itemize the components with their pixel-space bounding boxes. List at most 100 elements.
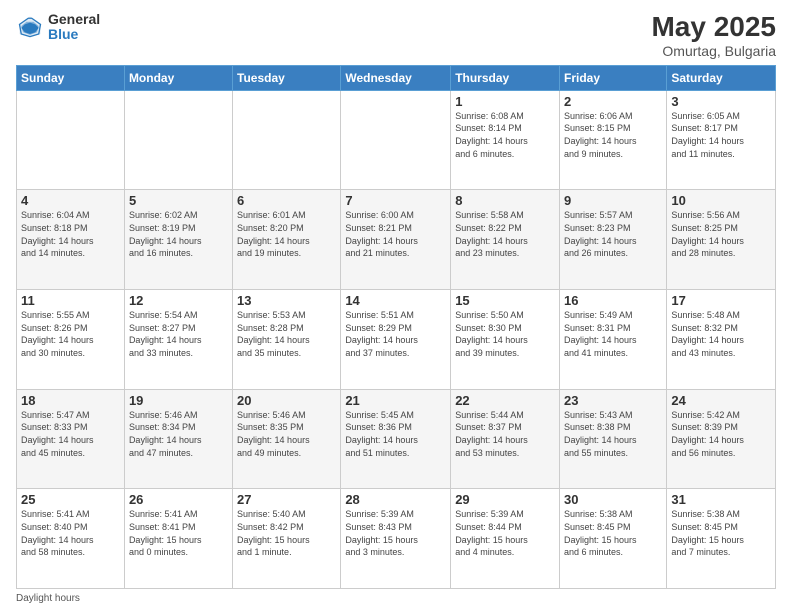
calendar-cell: 5Sunrise: 6:02 AM Sunset: 8:19 PM Daylig… — [124, 190, 232, 290]
calendar-cell: 29Sunrise: 5:39 AM Sunset: 8:44 PM Dayli… — [451, 489, 560, 589]
calendar-cell: 28Sunrise: 5:39 AM Sunset: 8:43 PM Dayli… — [341, 489, 451, 589]
weekday-header: Saturday — [667, 65, 776, 90]
day-number: 17 — [671, 293, 771, 308]
calendar-table: SundayMondayTuesdayWednesdayThursdayFrid… — [16, 65, 776, 589]
day-number: 29 — [455, 492, 555, 507]
calendar-cell: 22Sunrise: 5:44 AM Sunset: 8:37 PM Dayli… — [451, 389, 560, 489]
day-info: Sunrise: 6:06 AM Sunset: 8:15 PM Dayligh… — [564, 110, 662, 160]
calendar-cell: 18Sunrise: 5:47 AM Sunset: 8:33 PM Dayli… — [17, 389, 125, 489]
calendar-week-row: 11Sunrise: 5:55 AM Sunset: 8:26 PM Dayli… — [17, 290, 776, 390]
day-number: 22 — [455, 393, 555, 408]
calendar-cell: 31Sunrise: 5:38 AM Sunset: 8:45 PM Dayli… — [667, 489, 776, 589]
day-number: 18 — [21, 393, 120, 408]
day-number: 1 — [455, 94, 555, 109]
weekday-header: Monday — [124, 65, 232, 90]
day-info: Sunrise: 6:04 AM Sunset: 8:18 PM Dayligh… — [21, 209, 120, 259]
day-info: Sunrise: 5:43 AM Sunset: 8:38 PM Dayligh… — [564, 409, 662, 459]
weekday-header: Wednesday — [341, 65, 451, 90]
calendar-cell: 27Sunrise: 5:40 AM Sunset: 8:42 PM Dayli… — [233, 489, 341, 589]
footer: Daylight hours — [16, 593, 776, 604]
calendar-cell: 3Sunrise: 6:05 AM Sunset: 8:17 PM Daylig… — [667, 90, 776, 190]
logo-general: General — [48, 12, 100, 27]
title-block: May 2025 Omurtag, Bulgaria — [651, 12, 776, 59]
day-info: Sunrise: 6:00 AM Sunset: 8:21 PM Dayligh… — [345, 209, 446, 259]
logo-blue: Blue — [48, 27, 100, 42]
weekday-header: Thursday — [451, 65, 560, 90]
day-info: Sunrise: 5:46 AM Sunset: 8:34 PM Dayligh… — [129, 409, 228, 459]
day-info: Sunrise: 5:41 AM Sunset: 8:41 PM Dayligh… — [129, 508, 228, 558]
location: Omurtag, Bulgaria — [651, 43, 776, 59]
calendar-cell: 17Sunrise: 5:48 AM Sunset: 8:32 PM Dayli… — [667, 290, 776, 390]
calendar-cell: 13Sunrise: 5:53 AM Sunset: 8:28 PM Dayli… — [233, 290, 341, 390]
weekday-header-row: SundayMondayTuesdayWednesdayThursdayFrid… — [17, 65, 776, 90]
header: General Blue May 2025 Omurtag, Bulgaria — [16, 12, 776, 59]
calendar-cell: 10Sunrise: 5:56 AM Sunset: 8:25 PM Dayli… — [667, 190, 776, 290]
calendar-cell: 20Sunrise: 5:46 AM Sunset: 8:35 PM Dayli… — [233, 389, 341, 489]
day-number: 11 — [21, 293, 120, 308]
day-number: 24 — [671, 393, 771, 408]
day-number: 25 — [21, 492, 120, 507]
day-number: 5 — [129, 193, 228, 208]
month-year: May 2025 — [651, 12, 776, 43]
day-number: 30 — [564, 492, 662, 507]
day-number: 3 — [671, 94, 771, 109]
day-number: 6 — [237, 193, 336, 208]
calendar-cell: 7Sunrise: 6:00 AM Sunset: 8:21 PM Daylig… — [341, 190, 451, 290]
calendar-cell: 11Sunrise: 5:55 AM Sunset: 8:26 PM Dayli… — [17, 290, 125, 390]
day-number: 12 — [129, 293, 228, 308]
day-info: Sunrise: 5:39 AM Sunset: 8:43 PM Dayligh… — [345, 508, 446, 558]
day-info: Sunrise: 5:54 AM Sunset: 8:27 PM Dayligh… — [129, 309, 228, 359]
logo-text: General Blue — [48, 12, 100, 43]
day-info: Sunrise: 5:51 AM Sunset: 8:29 PM Dayligh… — [345, 309, 446, 359]
weekday-header: Friday — [560, 65, 667, 90]
logo: General Blue — [16, 12, 100, 43]
calendar-cell: 14Sunrise: 5:51 AM Sunset: 8:29 PM Dayli… — [341, 290, 451, 390]
calendar-cell: 24Sunrise: 5:42 AM Sunset: 8:39 PM Dayli… — [667, 389, 776, 489]
calendar-cell: 12Sunrise: 5:54 AM Sunset: 8:27 PM Dayli… — [124, 290, 232, 390]
calendar-cell — [233, 90, 341, 190]
day-number: 20 — [237, 393, 336, 408]
calendar-cell — [17, 90, 125, 190]
day-number: 27 — [237, 492, 336, 507]
page: General Blue May 2025 Omurtag, Bulgaria … — [0, 0, 792, 612]
day-number: 9 — [564, 193, 662, 208]
day-info: Sunrise: 6:05 AM Sunset: 8:17 PM Dayligh… — [671, 110, 771, 160]
day-info: Sunrise: 5:47 AM Sunset: 8:33 PM Dayligh… — [21, 409, 120, 459]
calendar-cell: 1Sunrise: 6:08 AM Sunset: 8:14 PM Daylig… — [451, 90, 560, 190]
day-number: 19 — [129, 393, 228, 408]
calendar-cell: 2Sunrise: 6:06 AM Sunset: 8:15 PM Daylig… — [560, 90, 667, 190]
calendar-cell: 4Sunrise: 6:04 AM Sunset: 8:18 PM Daylig… — [17, 190, 125, 290]
day-info: Sunrise: 5:55 AM Sunset: 8:26 PM Dayligh… — [21, 309, 120, 359]
day-info: Sunrise: 5:44 AM Sunset: 8:37 PM Dayligh… — [455, 409, 555, 459]
calendar-cell: 26Sunrise: 5:41 AM Sunset: 8:41 PM Dayli… — [124, 489, 232, 589]
calendar-week-row: 4Sunrise: 6:04 AM Sunset: 8:18 PM Daylig… — [17, 190, 776, 290]
day-info: Sunrise: 6:02 AM Sunset: 8:19 PM Dayligh… — [129, 209, 228, 259]
calendar-week-row: 25Sunrise: 5:41 AM Sunset: 8:40 PM Dayli… — [17, 489, 776, 589]
day-number: 23 — [564, 393, 662, 408]
calendar-cell: 23Sunrise: 5:43 AM Sunset: 8:38 PM Dayli… — [560, 389, 667, 489]
day-number: 15 — [455, 293, 555, 308]
day-number: 8 — [455, 193, 555, 208]
day-number: 14 — [345, 293, 446, 308]
day-info: Sunrise: 5:46 AM Sunset: 8:35 PM Dayligh… — [237, 409, 336, 459]
day-number: 7 — [345, 193, 446, 208]
day-info: Sunrise: 6:01 AM Sunset: 8:20 PM Dayligh… — [237, 209, 336, 259]
calendar-cell: 9Sunrise: 5:57 AM Sunset: 8:23 PM Daylig… — [560, 190, 667, 290]
day-number: 26 — [129, 492, 228, 507]
logo-icon — [16, 13, 44, 41]
day-number: 2 — [564, 94, 662, 109]
weekday-header: Tuesday — [233, 65, 341, 90]
day-info: Sunrise: 5:48 AM Sunset: 8:32 PM Dayligh… — [671, 309, 771, 359]
day-info: Sunrise: 5:42 AM Sunset: 8:39 PM Dayligh… — [671, 409, 771, 459]
calendar-cell: 25Sunrise: 5:41 AM Sunset: 8:40 PM Dayli… — [17, 489, 125, 589]
calendar-week-row: 18Sunrise: 5:47 AM Sunset: 8:33 PM Dayli… — [17, 389, 776, 489]
day-number: 16 — [564, 293, 662, 308]
day-info: Sunrise: 5:50 AM Sunset: 8:30 PM Dayligh… — [455, 309, 555, 359]
day-number: 10 — [671, 193, 771, 208]
day-info: Sunrise: 5:57 AM Sunset: 8:23 PM Dayligh… — [564, 209, 662, 259]
weekday-header: Sunday — [17, 65, 125, 90]
day-number: 31 — [671, 492, 771, 507]
day-number: 28 — [345, 492, 446, 507]
day-info: Sunrise: 6:08 AM Sunset: 8:14 PM Dayligh… — [455, 110, 555, 160]
calendar-cell: 19Sunrise: 5:46 AM Sunset: 8:34 PM Dayli… — [124, 389, 232, 489]
